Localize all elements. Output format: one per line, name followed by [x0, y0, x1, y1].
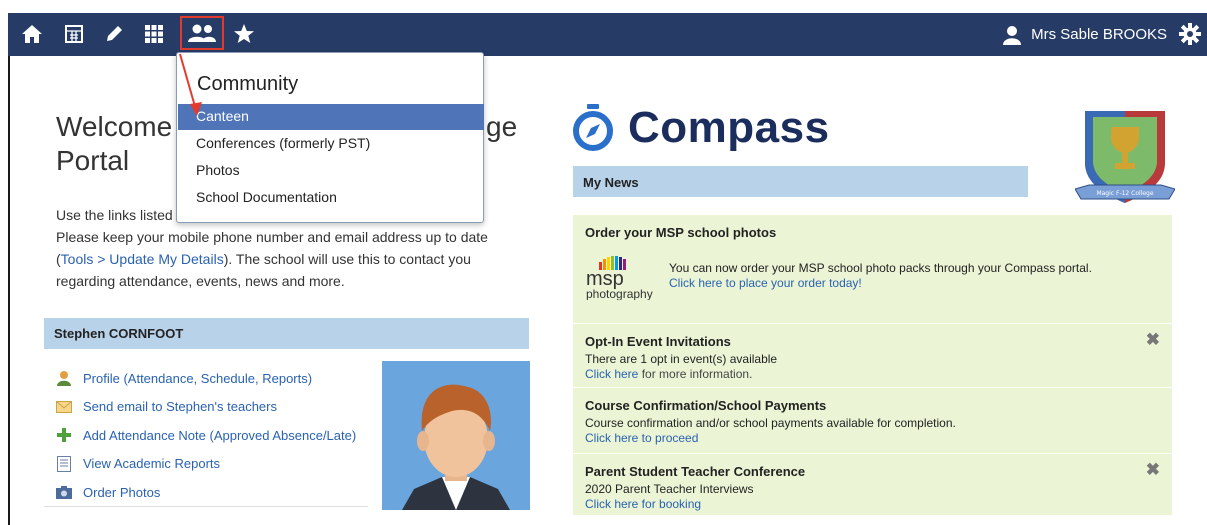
divider — [44, 506, 368, 507]
profile-icon — [56, 370, 72, 387]
intro-line3: (Tools > Update My Details). The school … — [56, 248, 526, 270]
news-item-body: 2020 Parent Teacher Interviews — [585, 482, 754, 496]
user-name: Mrs Sable BROOKS — [1031, 26, 1167, 43]
gear-icon[interactable] — [1179, 23, 1201, 50]
profile-link[interactable]: Profile (Attendance, Schedule, Reports) — [56, 364, 356, 393]
news-list: Order your MSP school photos msp photogr… — [573, 215, 1172, 516]
intro-line4: regarding attendance, events, news and m… — [56, 273, 345, 289]
welcome-line1-suffix: ge — [486, 111, 518, 142]
msp-logo: msp photography — [585, 248, 669, 304]
menu-item-school-documentation[interactable]: School Documentation — [178, 185, 484, 211]
user-icon — [1003, 25, 1022, 45]
news-item-title: Opt-In Event Invitations — [585, 334, 731, 349]
report-icon — [56, 455, 72, 472]
news-item-optin: Opt-In Event Invitations There are 1 opt… — [573, 324, 1172, 388]
community-icon[interactable] — [180, 16, 224, 50]
home-icon[interactable] — [18, 19, 46, 49]
menu-item-photos[interactable]: Photos — [178, 158, 484, 184]
academic-reports-label: View Academic Reports — [83, 456, 221, 472]
news-item-msp: Order your MSP school photos msp photogr… — [573, 215, 1172, 324]
compass-brand: Compass — [628, 103, 830, 152]
student-avatar — [382, 361, 530, 510]
pencil-icon[interactable] — [100, 19, 128, 49]
compass-icon — [573, 104, 613, 151]
order-photos-label: Order Photos — [83, 484, 161, 500]
attendance-note-link[interactable]: Add Attendance Note (Approved Absence/La… — [56, 421, 356, 450]
news-item-body: You can now order your MSP school photo … — [669, 261, 1092, 275]
user-menu[interactable]: Mrs Sable BROOKS — [1003, 13, 1167, 56]
intro-line3-text: ). The school will use this to contact y… — [223, 251, 471, 267]
profile-link-label: Profile (Attendance, Schedule, Reports) — [83, 370, 313, 386]
news-item-body: There are 1 opt in event(s) available — [585, 352, 778, 366]
student-links: Profile (Attendance, Schedule, Reports) … — [56, 364, 356, 507]
academic-reports-link[interactable]: View Academic Reports — [56, 450, 356, 479]
course-proceed-link[interactable]: Click here to proceed — [585, 431, 698, 445]
close-icon[interactable]: ✖ — [1146, 461, 1160, 478]
dropdown-title: Community — [197, 73, 299, 95]
calendar-icon[interactable] — [60, 19, 88, 49]
plus-icon — [56, 427, 72, 443]
menu-item-canteen[interactable]: Canteen — [178, 104, 484, 130]
annotation-arrow — [179, 53, 202, 116]
student-name-header: Stephen CORNFOOT — [44, 318, 529, 349]
intro-line2: Please keep your mobile phone number and… — [56, 229, 488, 245]
order-photos-link[interactable]: Order Photos — [56, 478, 356, 507]
news-item-title: Course Confirmation/School Payments — [585, 398, 827, 413]
news-item-body: Course confirmation and/or school paymen… — [585, 416, 956, 430]
school-banner-text: Magic F-12 College — [1096, 190, 1153, 197]
email-teachers-label: Send email to Stephen's teachers — [83, 399, 277, 415]
close-icon[interactable]: ✖ — [1146, 331, 1160, 348]
email-icon — [56, 399, 72, 415]
optin-after-text: for more information. — [638, 367, 753, 381]
update-details-link[interactable]: Tools > Update My Details — [61, 251, 224, 267]
news-item-title: Order your MSP school photos — [585, 225, 777, 240]
compass-logo: Compass — [572, 103, 830, 153]
top-navigation-bar: Mrs Sable BROOKS — [8, 13, 1207, 56]
school-crest: Magic F-12 College — [1074, 105, 1176, 212]
grid-icon[interactable] — [140, 19, 168, 49]
news-header: My News — [573, 166, 1028, 197]
conference-booking-link[interactable]: Click here for booking — [585, 497, 701, 511]
email-teachers-link[interactable]: Send email to Stephen's teachers — [56, 393, 356, 422]
optin-link[interactable]: Click here — [585, 367, 638, 381]
attendance-note-label: Add Attendance Note (Approved Absence/La… — [83, 427, 357, 443]
camera-icon — [56, 484, 72, 500]
news-item-title: Parent Student Teacher Conference — [585, 464, 806, 479]
star-icon[interactable] — [230, 19, 258, 49]
menu-item-conferences[interactable]: Conferences (formerly PST) — [178, 131, 484, 157]
community-dropdown: Community Canteen Conferences (formerly … — [176, 52, 484, 223]
msp-order-link[interactable]: Click here to place your order today! — [669, 276, 862, 290]
msp-logo-sub: photography — [586, 287, 653, 300]
news-item-conference: Parent Student Teacher Conference 2020 P… — [573, 454, 1172, 516]
news-item-course: Course Confirmation/School Payments Cour… — [573, 388, 1172, 454]
